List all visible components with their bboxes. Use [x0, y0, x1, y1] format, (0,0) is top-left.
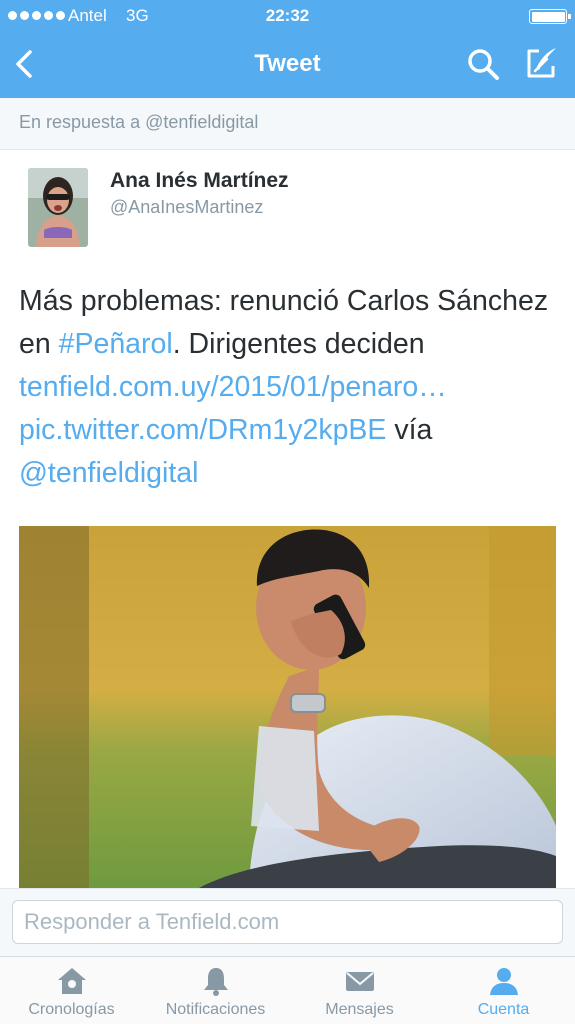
reply-bar: [0, 888, 575, 956]
battery-icon: [529, 9, 571, 24]
status-bar: Antel 3G 22:32: [0, 0, 575, 32]
search-button[interactable]: [465, 46, 501, 82]
nav-header: Antel 3G 22:32 Tweet: [0, 0, 575, 98]
tab-cuenta[interactable]: Cuenta: [432, 957, 575, 1024]
url-link[interactable]: tenfield.com.uy/2015/01/penaro…: [19, 371, 447, 403]
author-handle[interactable]: @AnaInesMartinez: [110, 197, 263, 218]
compose-button[interactable]: [522, 44, 560, 82]
reply-input[interactable]: [12, 900, 563, 944]
tweet-text-part: . Dirigentes deciden: [172, 328, 425, 360]
tab-label: Cronologías: [28, 1001, 115, 1018]
search-icon: [468, 49, 499, 80]
tab-label: Cuenta: [477, 1001, 530, 1018]
tab-bar: Cronologías Notificaciones Mensajes Cuen…: [0, 956, 575, 1024]
hashtag-link[interactable]: #Peñarol: [59, 328, 173, 360]
envelope-icon: [345, 972, 374, 991]
tab-label: Mensajes: [325, 1001, 394, 1018]
status-time: 22:32: [265, 6, 310, 25]
person-icon: [489, 968, 518, 995]
reply-context: En respuesta a @tenfieldigital: [0, 98, 575, 150]
tab-cronologias[interactable]: Cronologías: [0, 957, 143, 1024]
tab-mensajes[interactable]: Mensajes: [288, 957, 431, 1024]
tab-label: Notificaciones: [165, 1001, 266, 1018]
media-link[interactable]: pic.twitter.com/DRm1y2kpBE: [19, 414, 386, 446]
reply-context-text: En respuesta a @tenfieldigital: [19, 112, 259, 132]
tweet-text-part: vía: [386, 414, 433, 446]
tab-notificaciones[interactable]: Notificaciones: [144, 957, 287, 1024]
chevron-left-icon: [16, 50, 32, 78]
home-icon: [57, 968, 86, 994]
avatar[interactable]: [28, 168, 88, 247]
tweet-text: Más problemas: renunció Carlos Sánchez e…: [19, 280, 559, 495]
author-display-name[interactable]: Ana Inés Martínez: [110, 169, 289, 193]
mention-link[interactable]: @tenfieldigital: [19, 457, 198, 489]
compose-icon: [527, 48, 556, 78]
bell-icon: [203, 968, 228, 996]
back-button[interactable]: [10, 46, 40, 82]
tweet-photo[interactable]: [19, 526, 556, 888]
